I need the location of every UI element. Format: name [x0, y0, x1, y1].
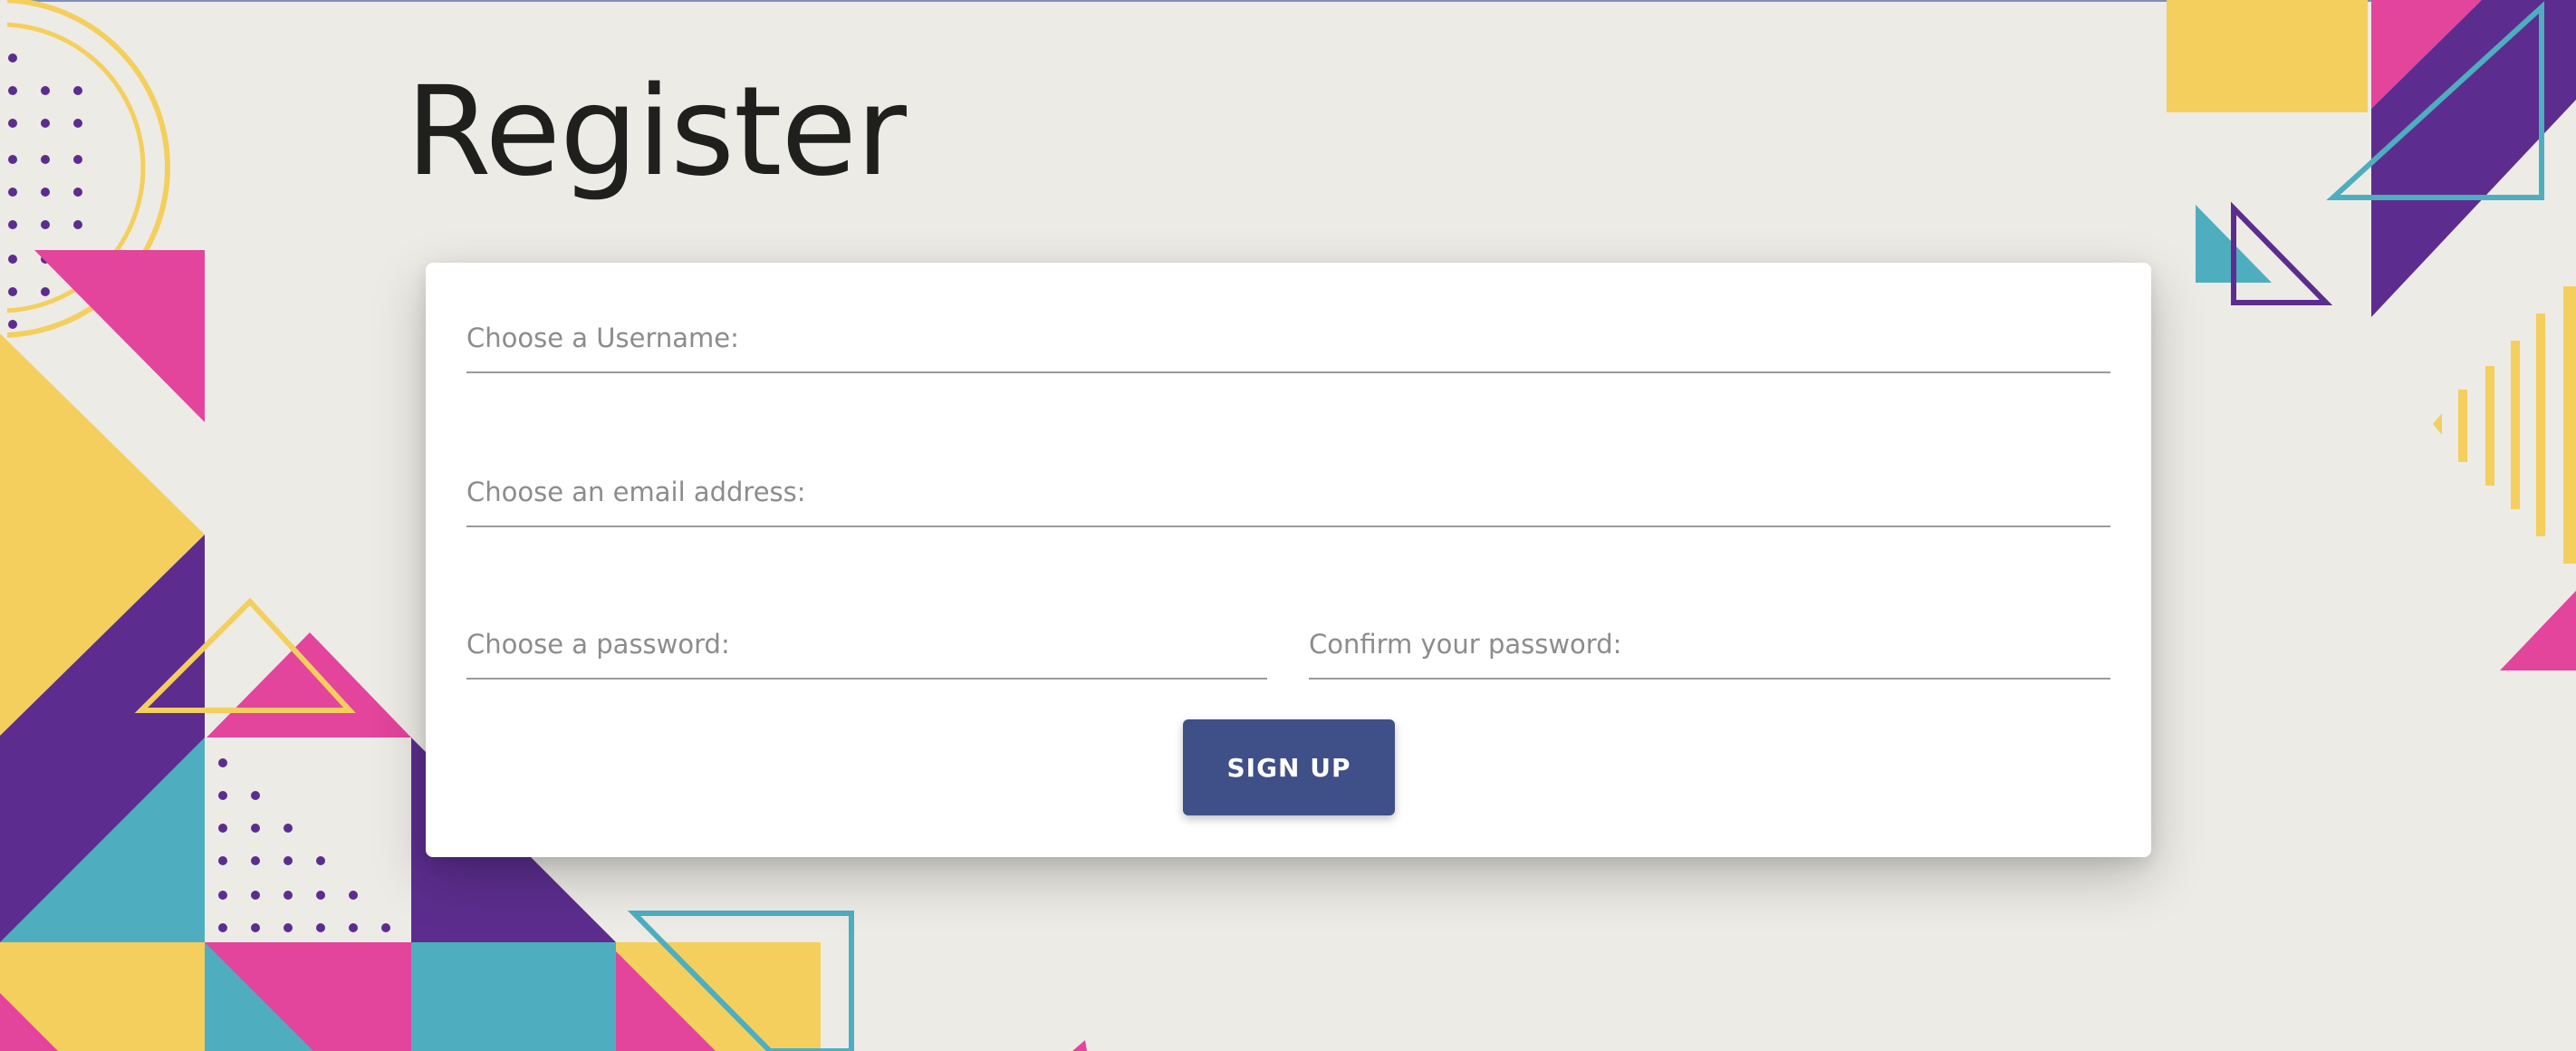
password-input[interactable] — [466, 629, 1267, 660]
password-field-container — [466, 569, 1267, 680]
email-field-container — [466, 417, 2110, 527]
registration-card: SIGN UP — [426, 263, 2151, 857]
pink-small-triangle — [207, 632, 411, 738]
yellow-stripes-right — [2433, 286, 2576, 564]
teal-block-bottom — [411, 942, 616, 1051]
pink-triangle-right — [2500, 591, 2576, 670]
username-input[interactable] — [466, 323, 2110, 353]
confirm-password-input[interactable] — [1309, 629, 2110, 660]
dots-bottom-left — [218, 758, 390, 932]
email-input[interactable] — [466, 477, 2110, 507]
page-title: Register — [406, 61, 907, 204]
username-field-container — [466, 263, 2110, 373]
sign-up-button[interactable]: SIGN UP — [1183, 719, 1395, 815]
purple-outline-right — [2231, 201, 2333, 305]
confirm-password-field-container — [1309, 569, 2110, 680]
pink-tiny-bottom — [1072, 1040, 1087, 1051]
dots-top-left — [8, 53, 82, 329]
